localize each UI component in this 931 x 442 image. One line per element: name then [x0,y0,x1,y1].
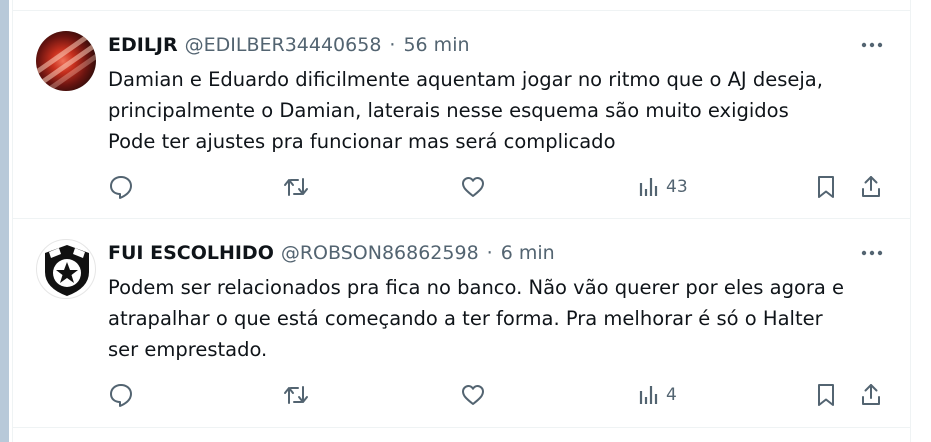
reply-button[interactable] [108,380,134,410]
like-button[interactable] [460,172,486,202]
more-horizontal-icon[interactable] [859,37,885,53]
tweet-text: Damian e Eduardo dificilmente aquentam j… [108,64,898,157]
retweet-button[interactable] [282,172,310,202]
views-button[interactable]: 4 [638,380,677,410]
timestamp[interactable]: 6 min [501,242,555,264]
left-rail [0,0,9,442]
tweet-text: Podem ser relacionados pra fica no banco… [108,272,898,365]
display-name[interactable]: FUI ESCOLHIDO [108,242,274,264]
tweet-text-line: ser emprestado. [108,338,268,361]
tweet-text-line: Pode ter ajustes pra funcionar mas será … [108,130,616,153]
avatar[interactable] [36,239,96,299]
tweet[interactable]: EDILJR @EDILBER34440658 · 56 min Damian … [12,11,911,219]
heart-icon [462,385,484,405]
tweet-text-line: principalmente o Damian, laterais nesse … [108,99,789,122]
tweet-text-line: Podem ser relacionados pra fica no banco… [108,276,845,299]
share-icon [862,176,880,197]
avatar[interactable] [36,31,96,91]
bookmark-button[interactable] [814,380,838,410]
views-count: 43 [666,177,688,197]
bookmark-button[interactable] [814,172,838,202]
separator-dot: · [389,34,396,56]
user-handle[interactable]: @EDILBER34440658 [185,34,382,56]
views-count: 4 [666,385,677,405]
reply-icon [110,176,132,199]
tweet-header: FUI ESCOLHIDO @ROBSON86862598 · 6 min [108,240,555,266]
timeline-frame: EDILJR @EDILBER34440658 · 56 min Damian … [0,0,931,442]
reply-icon [110,384,132,407]
display-name[interactable]: EDILJR [108,34,178,56]
like-button[interactable] [460,380,486,410]
reply-button[interactable] [108,172,134,202]
user-handle[interactable]: @ROBSON86862598 [281,242,479,264]
share-button[interactable] [859,172,883,202]
views-bar-chart-icon [639,178,658,196]
share-button[interactable] [859,380,883,410]
heart-icon [462,177,484,197]
tweet-text-line: atrapalhar o que está começando a ter fo… [108,307,823,330]
action-bar: 43 [108,172,885,202]
separator-dot: · [486,242,493,264]
retweet-icon [284,178,308,196]
timestamp[interactable]: 56 min [403,34,469,56]
tweet[interactable]: FUI ESCOLHIDO @ROBSON86862598 · 6 min Po… [12,219,911,428]
views-button[interactable]: 43 [638,172,688,202]
share-icon [862,384,880,405]
retweet-icon [284,386,308,404]
views-bar-chart-icon [639,386,658,404]
retweet-button[interactable] [282,380,310,410]
tweet-text-line: Damian e Eduardo dificilmente aquentam j… [108,68,823,91]
more-horizontal-icon[interactable] [859,245,885,261]
action-bar: 4 [108,380,885,410]
bookmark-icon [818,176,834,198]
tweet-header: EDILJR @EDILBER34440658 · 56 min [108,32,470,58]
club-crest-icon [45,245,89,296]
bookmark-icon [818,384,834,406]
